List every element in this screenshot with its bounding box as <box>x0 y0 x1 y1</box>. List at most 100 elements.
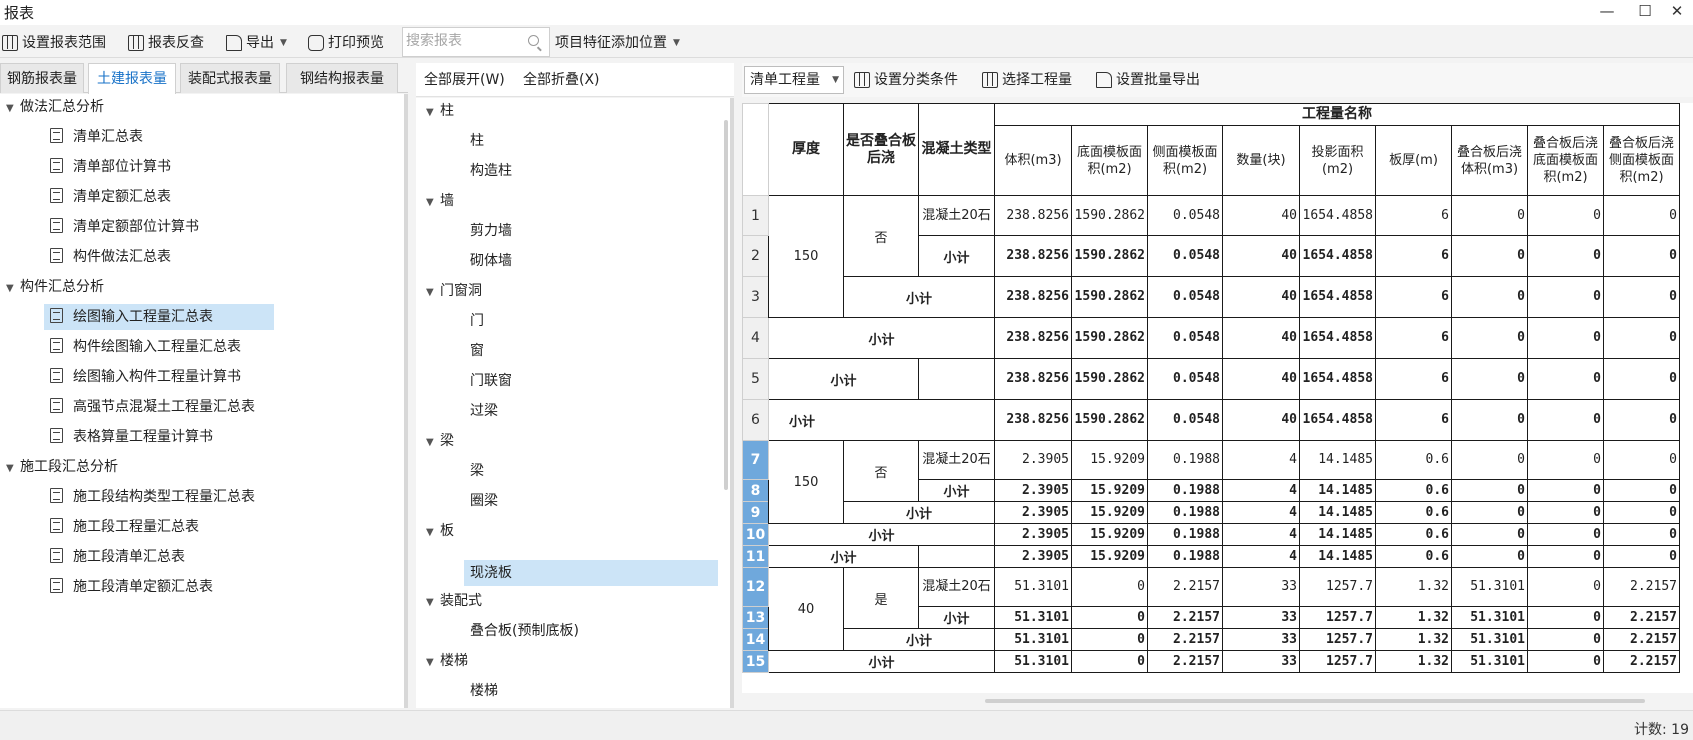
tree-item[interactable]: 清单汇总表 <box>50 124 143 150</box>
tree-item[interactable]: 砌体墙 <box>470 248 512 274</box>
tree-item[interactable]: 施工段工程量汇总表 <box>50 514 199 540</box>
tree-item[interactable]: 叠合板(预制底板) <box>470 618 579 644</box>
col-header[interactable]: 投影面积(m2) <box>1299 125 1376 196</box>
row-number[interactable]: 8 <box>742 479 769 502</box>
set-category-button[interactable]: 设置分类条件 <box>854 68 958 92</box>
tab-rebar-report[interactable]: 钢筋报表量 <box>0 63 84 93</box>
table-row[interactable]: 15 小计 51.3101 0 2.2157 33 1257.7 1.32 51… <box>742 650 1680 673</box>
tree-item[interactable]: 施工段清单汇总表 <box>50 544 185 570</box>
feature-position-dropdown[interactable]: 项目特征添加位置 ▼ <box>555 31 680 55</box>
row-number[interactable]: 3 <box>742 276 769 318</box>
row-number[interactable]: 12 <box>742 567 769 607</box>
col-header[interactable]: 底面模板面积(m2) <box>1071 125 1148 196</box>
table-row[interactable]: 3 小计 238.8256 1590.2862 0.0548 40 1654.4… <box>742 276 1680 318</box>
tab-steel-report[interactable]: 钢结构报表量 <box>286 63 398 93</box>
row-number[interactable]: 9 <box>742 501 769 524</box>
tree-item[interactable]: 施工段清单定额汇总表 <box>50 574 213 600</box>
tree-item[interactable]: 构件做法汇总表 <box>50 244 171 270</box>
tree-group-column[interactable]: ▼ 柱 <box>426 98 454 124</box>
tree-item[interactable]: 表格算量工程量计算书 <box>50 424 213 450</box>
tree-item[interactable]: 清单部位计算书 <box>50 154 171 180</box>
tree-item[interactable]: 过梁 <box>470 398 498 424</box>
close-icon[interactable]: ✕ <box>1660 0 1693 25</box>
table-row[interactable]: 9 小计 2.3905 15.9209 0.1988 4 14.1485 0.6… <box>742 501 1680 524</box>
col-header[interactable]: 叠合板后浇体积(m3) <box>1451 125 1528 196</box>
col-header-thickness[interactable]: 厚度 <box>768 103 844 196</box>
tree-item[interactable]: 梁 <box>470 458 484 484</box>
tree-item[interactable]: 剪力墙 <box>470 218 512 244</box>
row-number[interactable]: 5 <box>742 358 769 400</box>
row-number[interactable]: 14 <box>742 628 769 651</box>
row-number[interactable]: 15 <box>742 650 769 673</box>
col-header[interactable]: 叠合板后浇底面模板面积(m2) <box>1527 125 1604 196</box>
tree-item[interactable]: 清单定额汇总表 <box>50 184 171 210</box>
table-row[interactable]: 5 小计 238.8256 1590.2862 0.0548 40 1654.4… <box>742 358 1680 400</box>
select-quantity-button[interactable]: 选择工程量 <box>982 68 1072 92</box>
table-row[interactable]: 1 150 否 混凝土20石 238.8256 1590.2862 0.0548… <box>742 195 1680 318</box>
tree-item[interactable]: 门联窗 <box>470 368 512 394</box>
quantity-type-select[interactable]: 清单工程量 ▼ <box>744 66 844 94</box>
report-check-button[interactable]: 报表反查 <box>128 31 204 55</box>
tree-group-openings[interactable]: ▼ 门窗洞 <box>426 278 482 304</box>
table-row[interactable]: 6 小计 238.8256 1590.2862 0.0548 40 1654.4… <box>742 399 1680 441</box>
tree-group-slab[interactable]: ▼ 板 <box>426 518 454 544</box>
tree-group-wall[interactable]: ▼ 墙 <box>426 188 454 214</box>
tree-item[interactable]: 圈梁 <box>470 488 498 514</box>
col-header[interactable]: 板厚(m) <box>1375 125 1452 196</box>
table-row[interactable]: 11 小计 2.3905 15.9209 0.1988 4 14.1485 0.… <box>742 545 1680 568</box>
tree-item-selected[interactable]: 现浇板 <box>464 560 718 586</box>
search-icon[interactable] <box>528 35 539 46</box>
tree-group-prefab[interactable]: ▼ 装配式 <box>426 588 482 614</box>
row-number[interactable]: 2 <box>742 235 769 277</box>
col-header-concrete-type[interactable]: 混凝土类型 <box>918 103 995 196</box>
table-row[interactable]: 4 小计 238.8256 1590.2862 0.0548 40 1654.4… <box>742 317 1680 359</box>
col-header[interactable]: 叠合板后浇侧面模板面积(m2) <box>1603 125 1680 196</box>
col-header[interactable]: 侧面模板面积(m2) <box>1147 125 1223 196</box>
tree-group-method-summary[interactable]: ▼ 做法汇总分析 <box>6 94 104 120</box>
table-row[interactable]: 10 小计 2.3905 15.9209 0.1988 4 14.1485 0.… <box>742 523 1680 546</box>
tree-item[interactable]: 窗 <box>470 338 484 364</box>
tree-item[interactable]: 门 <box>470 308 484 334</box>
col-header[interactable]: 体积(m3) <box>994 125 1072 196</box>
table-row[interactable]: 7 150 否 混凝土20石 2.3905 15.9209 0.1988 4 1… <box>742 440 1680 524</box>
batch-export-button[interactable]: 设置批量导出 <box>1096 68 1200 92</box>
col-header-post-cast[interactable]: 是否叠合板后浇 <box>843 103 919 196</box>
tree-item[interactable]: 绘图输入构件工程量计算书 <box>50 364 241 390</box>
print-preview-button[interactable]: 打印预览 <box>308 31 384 55</box>
maximize-icon[interactable]: ☐ <box>1628 0 1662 25</box>
tree-item[interactable]: 施工段结构类型工程量汇总表 <box>50 484 255 510</box>
tree-group-stage-summary[interactable]: ▼ 施工段汇总分析 <box>6 454 118 480</box>
report-icon <box>50 398 63 413</box>
vertical-scrollbar[interactable] <box>724 120 728 490</box>
row-number[interactable]: 11 <box>742 545 769 568</box>
tree-item[interactable]: 楼梯 <box>470 678 498 704</box>
tab-civil-report[interactable]: 土建报表量 <box>88 63 176 94</box>
row-number[interactable]: 13 <box>742 606 769 629</box>
table-row[interactable]: 12 40 是 混凝土20石 51.3101 0 2.2157 33 1257.… <box>742 567 1680 651</box>
tree-group-component-summary[interactable]: ▼ 构件汇总分析 <box>6 274 104 300</box>
tree-item[interactable]: 高强节点混凝土工程量汇总表 <box>50 394 255 420</box>
report-search-input[interactable] <box>406 28 526 54</box>
tab-prefab-report[interactable]: 装配式报表量 <box>180 63 280 93</box>
set-report-range-button[interactable]: 设置报表范围 <box>2 31 106 55</box>
minimize-icon[interactable]: — <box>1590 0 1624 25</box>
tree-item[interactable]: 柱 <box>470 128 484 154</box>
row-number[interactable]: 1 <box>742 195 769 236</box>
cell-value: 33 <box>1222 567 1300 607</box>
row-number[interactable]: 6 <box>742 399 769 441</box>
tree-item[interactable]: 清单定额部位计算书 <box>50 214 199 240</box>
row-number[interactable]: 4 <box>742 317 769 359</box>
expand-all-button[interactable]: 全部展开(W) <box>424 69 505 89</box>
col-header[interactable]: 数量(块) <box>1222 125 1300 196</box>
table-row[interactable]: 14 小计 51.3101 0 2.2157 33 1257.7 1.32 51… <box>742 628 1680 651</box>
tree-group-beam[interactable]: ▼ 梁 <box>426 428 454 454</box>
tree-item-selected[interactable]: 绘图输入工程量汇总表 <box>44 304 274 330</box>
row-number[interactable]: 7 <box>742 440 769 480</box>
tree-group-stairs[interactable]: ▼ 楼梯 <box>426 648 468 674</box>
export-button[interactable]: 导出 ▼ <box>226 31 287 55</box>
tree-item[interactable]: 构件绘图输入工程量汇总表 <box>50 334 241 360</box>
row-number[interactable]: 10 <box>742 523 769 546</box>
collapse-all-button[interactable]: 全部折叠(X) <box>523 69 600 89</box>
horizontal-scrollbar[interactable] <box>985 699 1645 703</box>
tree-item[interactable]: 构造柱 <box>470 158 512 184</box>
